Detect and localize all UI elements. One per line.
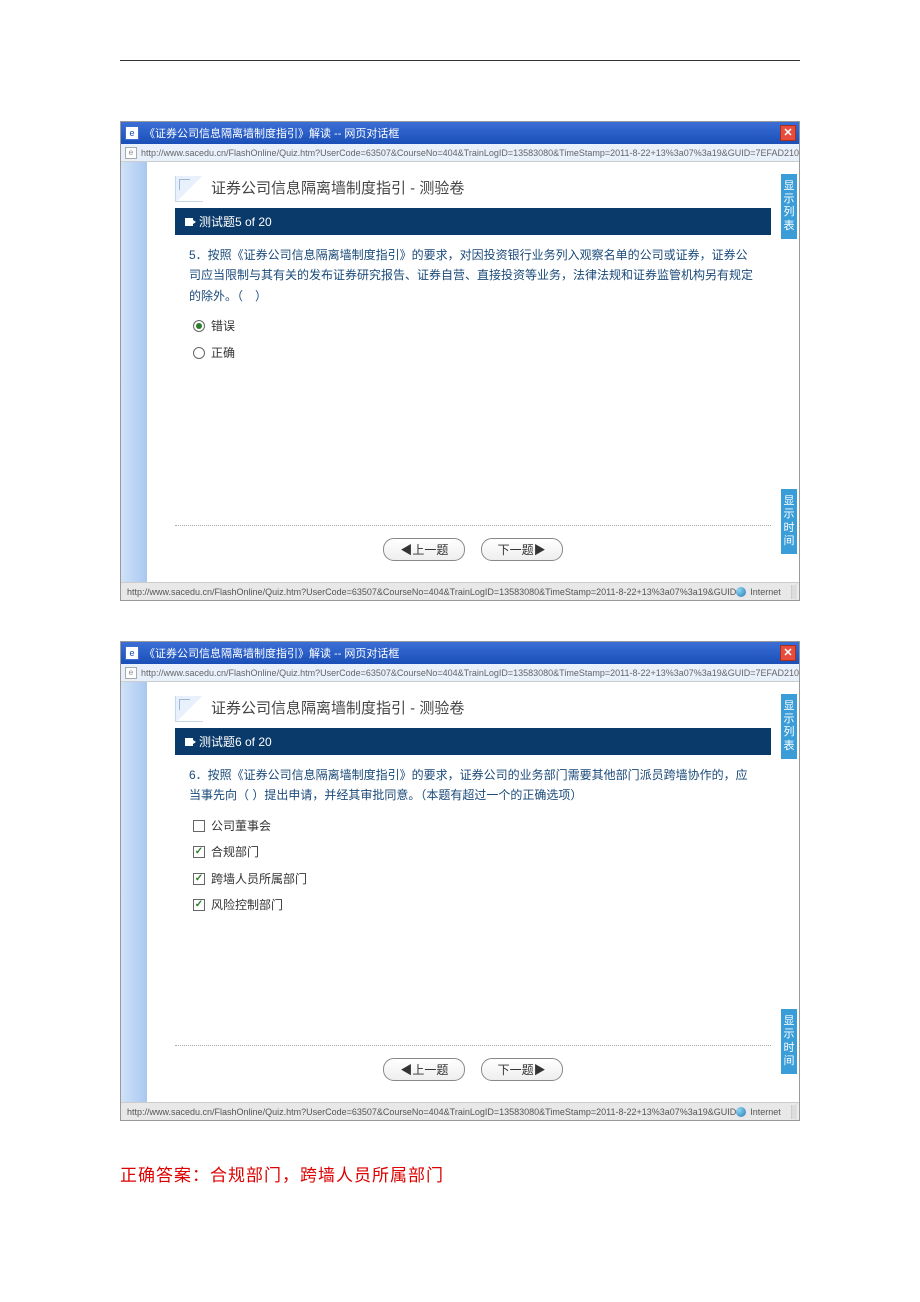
prev-button[interactable]: ◀上一题 — [383, 1058, 465, 1081]
url-text: http://www.sacedu.cn/FlashOnline/Quiz.ht… — [141, 148, 799, 158]
question-counter: 测试题6 of 20 — [199, 733, 272, 750]
option-label: 跨墙人员所属部门 — [211, 869, 307, 889]
status-url: http://www.sacedu.cn/FlashOnline/Quiz.ht… — [127, 587, 736, 597]
nav-buttons: ◀上一题 下一题▶ — [175, 1054, 771, 1091]
zone-text: Internet — [750, 1107, 781, 1117]
left-gutter — [121, 682, 147, 1102]
prev-button[interactable]: ◀上一题 — [383, 538, 465, 561]
status-zone: Internet — [736, 1105, 799, 1119]
option-d[interactable]: ✓ 风险控制部门 — [193, 895, 757, 915]
page-icon: e — [125, 667, 137, 679]
status-bar: http://www.sacedu.cn/FlashOnline/Quiz.ht… — [121, 582, 799, 600]
next-button[interactable]: 下一题▶ — [481, 1058, 563, 1081]
screenshot-q5: e 《证券公司信息隔离墙制度指引》解读 -- 网页对话框 ✕ e http://… — [120, 121, 800, 601]
checkbox-checked-icon[interactable]: ✓ — [193, 873, 205, 885]
option-a[interactable]: 公司董事会 — [193, 816, 757, 836]
separator — [175, 525, 771, 526]
document-page: e 《证券公司信息隔离墙制度指引》解读 -- 网页对话框 ✕ e http://… — [0, 0, 920, 1226]
window-titlebar: e 《证券公司信息隔离墙制度指引》解读 -- 网页对话框 ✕ — [121, 122, 799, 144]
option-wrong[interactable]: 错误 — [193, 316, 757, 336]
screenshot-q6: e 《证券公司信息隔离墙制度指引》解读 -- 网页对话框 ✕ e http://… — [120, 641, 800, 1121]
separator — [175, 1045, 771, 1046]
question-body: 5．按照《证券公司信息隔离墙制度指引》的要求，对因投资银行业务列入观察名单的公司… — [175, 235, 771, 379]
question-body: 6．按照《证券公司信息隔离墙制度指引》的要求，证券公司的业务部门需要其他部门派员… — [175, 755, 771, 931]
question-text: 5．按照《证券公司信息隔离墙制度指引》的要求，对因投资银行业务列入观察名单的公司… — [189, 245, 757, 306]
globe-icon — [736, 587, 746, 597]
radio-unchecked-icon[interactable] — [193, 347, 205, 359]
status-bar: http://www.sacedu.cn/FlashOnline/Quiz.ht… — [121, 1102, 799, 1120]
nav-buttons: ◀上一题 下一题▶ — [175, 534, 771, 571]
corner-decoration — [175, 696, 203, 722]
content-area: 显示列表 显示时间 证券公司信息隔离墙制度指引 - 测验卷 测试题6 of 20… — [121, 682, 799, 1102]
address-bar: e http://www.sacedu.cn/FlashOnline/Quiz.… — [121, 144, 799, 162]
question-header: 测试题6 of 20 — [175, 728, 771, 755]
globe-icon — [736, 1107, 746, 1117]
window-titlebar: e 《证券公司信息隔离墙制度指引》解读 -- 网页对话框 ✕ — [121, 642, 799, 664]
options-group: 错误 正确 — [189, 316, 757, 363]
side-tab-time[interactable]: 显示时间 — [781, 1009, 797, 1074]
question-text: 6．按照《证券公司信息隔离墙制度指引》的要求，证券公司的业务部门需要其他部门派员… — [189, 765, 757, 806]
checkbox-checked-icon[interactable]: ✓ — [193, 846, 205, 858]
main-panel: 显示列表 显示时间 证券公司信息隔离墙制度指引 - 测验卷 测试题5 of 20… — [147, 162, 799, 582]
window-title: 《证券公司信息隔离墙制度指引》解读 -- 网页对话框 — [144, 125, 399, 141]
status-zone: Internet — [736, 585, 799, 599]
address-bar: e http://www.sacedu.cn/FlashOnline/Quiz.… — [121, 664, 799, 682]
question-counter: 测试题5 of 20 — [199, 213, 272, 230]
resize-grip — [791, 585, 799, 599]
arrow-icon — [185, 218, 193, 226]
quiz-title: 证券公司信息隔离墙制度指引 - 测验卷 — [211, 177, 464, 202]
close-icon[interactable]: ✕ — [780, 645, 796, 661]
quiz-title-wrap: 证券公司信息隔离墙制度指引 - 测验卷 — [175, 696, 771, 722]
quiz-title-wrap: 证券公司信息隔离墙制度指引 - 测验卷 — [175, 176, 771, 202]
checkbox-checked-icon[interactable]: ✓ — [193, 899, 205, 911]
question-header: 测试题5 of 20 — [175, 208, 771, 235]
side-tab-list[interactable]: 显示列表 — [781, 174, 797, 239]
correct-answer: 正确答案：合规部门，跨墙人员所属部门 — [120, 1161, 800, 1186]
quiz-title: 证券公司信息隔离墙制度指引 - 测验卷 — [211, 697, 464, 722]
next-button[interactable]: 下一题▶ — [481, 538, 563, 561]
status-url: http://www.sacedu.cn/FlashOnline/Quiz.ht… — [127, 1107, 736, 1117]
resize-grip — [791, 1105, 799, 1119]
app-icon: e — [125, 646, 139, 660]
option-b[interactable]: ✓ 合规部门 — [193, 842, 757, 862]
option-label: 风险控制部门 — [211, 895, 283, 915]
page-icon: e — [125, 147, 137, 159]
horizontal-rule — [120, 60, 800, 61]
arrow-icon — [185, 738, 193, 746]
close-icon[interactable]: ✕ — [780, 125, 796, 141]
option-label: 正确 — [211, 343, 235, 363]
option-label: 错误 — [211, 316, 235, 336]
option-right[interactable]: 正确 — [193, 343, 757, 363]
url-text: http://www.sacedu.cn/FlashOnline/Quiz.ht… — [141, 668, 799, 678]
option-label: 合规部门 — [211, 842, 259, 862]
app-icon: e — [125, 126, 139, 140]
corner-decoration — [175, 176, 203, 202]
options-group: 公司董事会 ✓ 合规部门 ✓ 跨墙人员所属部门 ✓ — [189, 816, 757, 916]
window-title: 《证券公司信息隔离墙制度指引》解读 -- 网页对话框 — [144, 645, 399, 661]
side-tab-time[interactable]: 显示时间 — [781, 489, 797, 554]
side-tab-list[interactable]: 显示列表 — [781, 694, 797, 759]
option-label: 公司董事会 — [211, 816, 271, 836]
main-panel: 显示列表 显示时间 证券公司信息隔离墙制度指引 - 测验卷 测试题6 of 20… — [147, 682, 799, 1102]
checkbox-unchecked-icon[interactable] — [193, 820, 205, 832]
left-gutter — [121, 162, 147, 582]
zone-text: Internet — [750, 587, 781, 597]
option-c[interactable]: ✓ 跨墙人员所属部门 — [193, 869, 757, 889]
content-area: 显示列表 显示时间 证券公司信息隔离墙制度指引 - 测验卷 测试题5 of 20… — [121, 162, 799, 582]
radio-checked-icon[interactable] — [193, 320, 205, 332]
